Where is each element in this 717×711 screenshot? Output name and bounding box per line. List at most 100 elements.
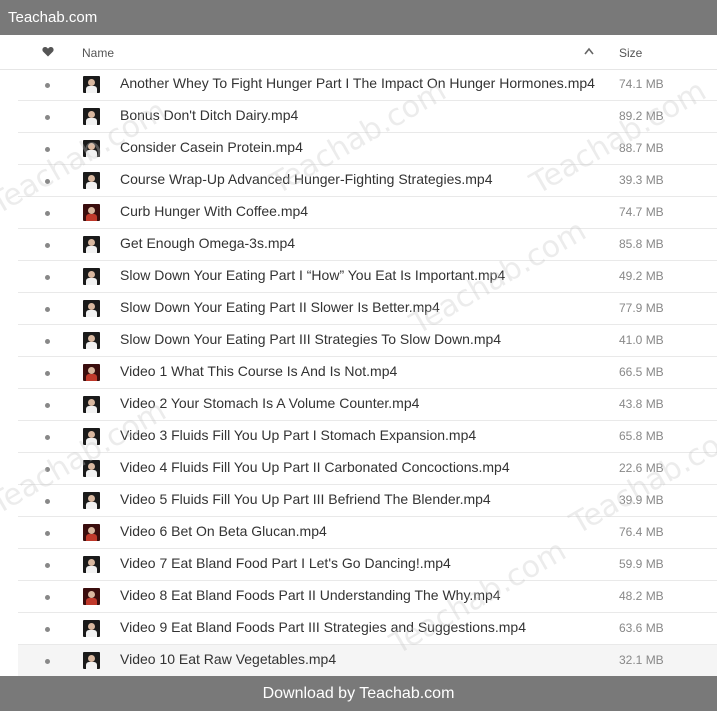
video-thumbnail-icon bbox=[83, 652, 100, 669]
file-list-header: Name Size bbox=[0, 35, 717, 70]
bullet-icon bbox=[45, 563, 50, 568]
bullet-icon bbox=[45, 243, 50, 248]
file-row[interactable]: Video 3 Fluids Fill You Up Part I Stomac… bbox=[18, 421, 717, 453]
file-size: 59.9 MB bbox=[619, 557, 664, 571]
file-name[interactable]: Slow Down Your Eating Part III Strategie… bbox=[120, 331, 501, 347]
file-row[interactable]: Video 4 Fluids Fill You Up Part II Carbo… bbox=[18, 453, 717, 485]
file-row[interactable]: Video 8 Eat Bland Foods Part II Understa… bbox=[18, 581, 717, 613]
heart-icon[interactable] bbox=[42, 46, 54, 57]
file-row[interactable]: Video 9 Eat Bland Foods Part III Strateg… bbox=[18, 613, 717, 645]
file-row[interactable]: Video 7 Eat Bland Food Part I Let's Go D… bbox=[18, 549, 717, 581]
video-thumbnail-icon bbox=[83, 396, 100, 413]
file-size: 88.7 MB bbox=[619, 141, 664, 155]
sort-up-icon[interactable] bbox=[584, 47, 594, 55]
bullet-icon bbox=[45, 275, 50, 280]
video-thumbnail-icon bbox=[83, 332, 100, 349]
bullet-icon bbox=[45, 211, 50, 216]
bullet-icon bbox=[45, 179, 50, 184]
file-name[interactable]: Another Whey To Fight Hunger Part I The … bbox=[120, 75, 595, 91]
file-row[interactable]: Get Enough Omega-3s.mp4 85.8 MB bbox=[18, 229, 717, 261]
file-row[interactable]: Slow Down Your Eating Part I “How” You E… bbox=[18, 261, 717, 293]
file-size: 49.2 MB bbox=[619, 269, 664, 283]
file-list: Another Whey To Fight Hunger Part I The … bbox=[0, 69, 717, 677]
file-name[interactable]: Video 10 Eat Raw Vegetables.mp4 bbox=[120, 651, 336, 667]
file-size: 48.2 MB bbox=[619, 589, 664, 603]
video-thumbnail-icon bbox=[83, 268, 100, 285]
file-name[interactable]: Video 4 Fluids Fill You Up Part II Carbo… bbox=[120, 459, 510, 475]
video-thumbnail-icon bbox=[83, 76, 100, 93]
bullet-icon bbox=[45, 115, 50, 120]
file-size: 74.7 MB bbox=[619, 205, 664, 219]
file-size: 43.8 MB bbox=[619, 397, 664, 411]
file-size: 39.9 MB bbox=[619, 493, 664, 507]
file-size: 76.4 MB bbox=[619, 525, 664, 539]
file-name[interactable]: Video 6 Bet On Beta Glucan.mp4 bbox=[120, 523, 327, 539]
download-footer: Download by Teachab.com bbox=[0, 676, 717, 711]
top-bar: Teachab.com bbox=[0, 0, 717, 35]
file-size: 85.8 MB bbox=[619, 237, 664, 251]
bullet-icon bbox=[45, 595, 50, 600]
file-row[interactable]: Video 5 Fluids Fill You Up Part III Befr… bbox=[18, 485, 717, 517]
file-name[interactable]: Video 2 Your Stomach Is A Volume Counter… bbox=[120, 395, 419, 411]
video-thumbnail-icon bbox=[83, 460, 100, 477]
size-column-header[interactable]: Size bbox=[619, 46, 642, 60]
file-row[interactable]: Course Wrap-Up Advanced Hunger-Fighting … bbox=[18, 165, 717, 197]
file-name[interactable]: Bonus Don't Ditch Dairy.mp4 bbox=[120, 107, 298, 123]
file-size: 63.6 MB bbox=[619, 621, 664, 635]
video-thumbnail-icon bbox=[83, 140, 100, 157]
file-row[interactable]: Slow Down Your Eating Part II Slower Is … bbox=[18, 293, 717, 325]
file-name[interactable]: Video 8 Eat Bland Foods Part II Understa… bbox=[120, 587, 501, 603]
bullet-icon bbox=[45, 659, 50, 664]
file-name[interactable]: Video 5 Fluids Fill You Up Part III Befr… bbox=[120, 491, 491, 507]
file-size: 22.6 MB bbox=[619, 461, 664, 475]
file-row[interactable]: Video 2 Your Stomach Is A Volume Counter… bbox=[18, 389, 717, 421]
file-name[interactable]: Consider Casein Protein.mp4 bbox=[120, 139, 303, 155]
video-thumbnail-icon bbox=[83, 300, 100, 317]
bullet-icon bbox=[45, 435, 50, 440]
video-thumbnail-icon bbox=[83, 524, 100, 541]
file-name[interactable]: Slow Down Your Eating Part II Slower Is … bbox=[120, 299, 440, 315]
file-name[interactable]: Video 1 What This Course Is And Is Not.m… bbox=[120, 363, 397, 379]
file-row[interactable]: Another Whey To Fight Hunger Part I The … bbox=[18, 69, 717, 101]
file-row[interactable]: Bonus Don't Ditch Dairy.mp4 89.2 MB bbox=[18, 101, 717, 133]
file-name[interactable]: Curb Hunger With Coffee.mp4 bbox=[120, 203, 308, 219]
file-name[interactable]: Get Enough Omega-3s.mp4 bbox=[120, 235, 295, 251]
site-title: Teachab.com bbox=[8, 9, 98, 26]
video-thumbnail-icon bbox=[83, 556, 100, 573]
file-row[interactable]: Slow Down Your Eating Part III Strategie… bbox=[18, 325, 717, 357]
video-thumbnail-icon bbox=[83, 620, 100, 637]
name-column-header[interactable]: Name bbox=[82, 46, 114, 60]
file-size: 65.8 MB bbox=[619, 429, 664, 443]
file-name[interactable]: Video 3 Fluids Fill You Up Part I Stomac… bbox=[120, 427, 476, 443]
file-name[interactable]: Video 7 Eat Bland Food Part I Let's Go D… bbox=[120, 555, 451, 571]
bullet-icon bbox=[45, 403, 50, 408]
video-thumbnail-icon bbox=[83, 204, 100, 221]
file-size: 41.0 MB bbox=[619, 333, 664, 347]
file-size: 39.3 MB bbox=[619, 173, 664, 187]
video-thumbnail-icon bbox=[83, 588, 100, 605]
file-name[interactable]: Slow Down Your Eating Part I “How” You E… bbox=[120, 267, 505, 283]
video-thumbnail-icon bbox=[83, 236, 100, 253]
file-row[interactable]: Video 1 What This Course Is And Is Not.m… bbox=[18, 357, 717, 389]
video-thumbnail-icon bbox=[83, 108, 100, 125]
file-row[interactable]: Video 10 Eat Raw Vegetables.mp4 32.1 MB bbox=[18, 645, 717, 677]
file-name[interactable]: Video 9 Eat Bland Foods Part III Strateg… bbox=[120, 619, 526, 635]
bullet-icon bbox=[45, 531, 50, 536]
file-name[interactable]: Course Wrap-Up Advanced Hunger-Fighting … bbox=[120, 171, 492, 187]
file-row[interactable]: Curb Hunger With Coffee.mp4 74.7 MB bbox=[18, 197, 717, 229]
bullet-icon bbox=[45, 307, 50, 312]
bullet-icon bbox=[45, 147, 50, 152]
file-size: 32.1 MB bbox=[619, 653, 664, 667]
file-row[interactable]: Video 6 Bet On Beta Glucan.mp4 76.4 MB bbox=[18, 517, 717, 549]
file-size: 66.5 MB bbox=[619, 365, 664, 379]
file-size: 74.1 MB bbox=[619, 77, 664, 91]
bullet-icon bbox=[45, 627, 50, 632]
video-thumbnail-icon bbox=[83, 364, 100, 381]
file-row[interactable]: Consider Casein Protein.mp4 88.7 MB bbox=[18, 133, 717, 165]
bullet-icon bbox=[45, 371, 50, 376]
bullet-icon bbox=[45, 467, 50, 472]
file-size: 89.2 MB bbox=[619, 109, 664, 123]
video-thumbnail-icon bbox=[83, 492, 100, 509]
video-thumbnail-icon bbox=[83, 172, 100, 189]
bullet-icon bbox=[45, 83, 50, 88]
